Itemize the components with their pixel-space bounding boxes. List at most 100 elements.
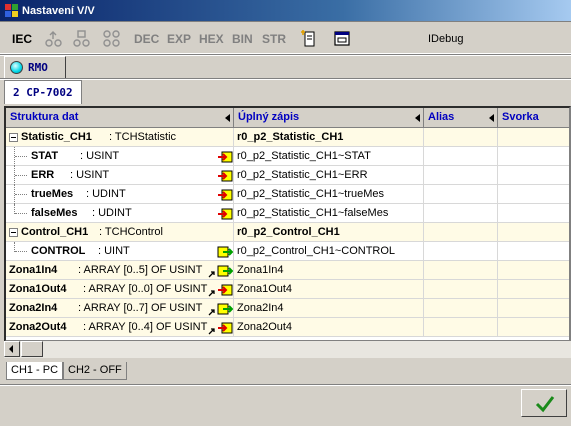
alias-cell[interactable]: [424, 280, 498, 299]
structure-cell: Zona1Out4 : ARRAY [0..0] OF USINT: [6, 280, 234, 299]
tree-line: [15, 194, 27, 195]
terminal-cell[interactable]: [498, 147, 569, 166]
terminal-cell[interactable]: [498, 318, 569, 337]
output-arrow-icon: [217, 303, 233, 315]
terminal-cell[interactable]: [498, 166, 569, 185]
alias-cell[interactable]: [424, 261, 498, 280]
input-arrow-icon: [218, 189, 233, 201]
footer-divider: [0, 384, 571, 386]
terminal-cell[interactable]: [498, 185, 569, 204]
tab-rmo[interactable]: RMO: [4, 56, 66, 78]
structure-cell: falseMes : UDINT: [6, 204, 234, 223]
column-header-label: Svorka: [502, 111, 539, 123]
alias-cell[interactable]: [424, 128, 498, 147]
hex-button[interactable]: HEX: [199, 32, 224, 46]
terminal-cell[interactable]: [498, 261, 569, 280]
toolbar: IEC DEC EXP HEX BIN STR IDebug: [0, 24, 571, 54]
row-type: : ARRAY [0..5] OF USINT: [78, 264, 203, 276]
collapse-icon[interactable]: [9, 228, 18, 237]
alias-cell[interactable]: [424, 242, 498, 261]
structure-cell: Zona1In4 : ARRAY [0..5] OF USINT: [6, 261, 234, 280]
table-row[interactable]: Statistic_CH1 : TCHStatistic r0_p2_Stati…: [6, 128, 569, 147]
column-header-structure[interactable]: Struktura dat: [6, 108, 234, 128]
dec-button[interactable]: DEC: [134, 32, 159, 46]
ok-button[interactable]: [521, 389, 567, 417]
io-cfg-icon-3[interactable]: [102, 29, 122, 49]
debug-label[interactable]: IDebug: [428, 33, 463, 45]
alias-cell[interactable]: [424, 204, 498, 223]
row-type: : ARRAY [0..4] OF USINT: [83, 321, 208, 333]
structure-cell: Zona2In4 : ARRAY [0..7] OF USINT: [6, 299, 234, 318]
table-row[interactable]: trueMes : UDINT r0_p2_Statistic_CH1~true…: [6, 185, 569, 204]
row-type: : USINT: [70, 169, 110, 181]
str-button[interactable]: STR: [262, 32, 286, 46]
collapse-icon[interactable]: [9, 133, 18, 142]
full-name-cell: r0_p2_Statistic_CH1~ERR: [234, 166, 424, 185]
tab-cp-7002[interactable]: 2 CP-7002: [4, 80, 82, 104]
row-name: Zona2In4: [9, 302, 58, 314]
link-arrow-icon: [208, 290, 215, 297]
column-header-label: Alias: [428, 111, 455, 123]
row-type: : UDINT: [86, 188, 126, 200]
full-name-cell: r0_p2_Control_CH1~CONTROL: [234, 242, 424, 261]
exp-button[interactable]: EXP: [167, 32, 191, 46]
bin-button[interactable]: BIN: [232, 32, 253, 46]
insert-icon[interactable]: [300, 29, 320, 49]
table-row[interactable]: ERR : USINT r0_p2_Statistic_CH1~ERR: [6, 166, 569, 185]
terminal-cell[interactable]: [498, 128, 569, 147]
table-row[interactable]: Zona1In4 : ARRAY [0..5] OF USINT Zona1In…: [6, 261, 569, 280]
terminal-cell[interactable]: [498, 280, 569, 299]
full-name-cell: r0_p2_Statistic_CH1: [234, 128, 424, 147]
column-header-terminal[interactable]: Svorka: [498, 108, 569, 128]
alias-cell[interactable]: [424, 299, 498, 318]
data-grid: Struktura dat Úplný zápis Alias Svorka S…: [4, 106, 571, 342]
terminal-cell[interactable]: [498, 242, 569, 261]
alias-cell[interactable]: [424, 223, 498, 242]
link-arrow-icon: [208, 309, 215, 316]
table-row[interactable]: Zona2In4 : ARRAY [0..7] OF USINT Zona2In…: [6, 299, 569, 318]
window-title: Nastavení V/V: [22, 5, 95, 17]
alias-cell[interactable]: [424, 147, 498, 166]
column-resize-icon[interactable]: [415, 114, 420, 122]
tab-ch2[interactable]: CH2 - OFF: [63, 362, 127, 380]
terminal-cell[interactable]: [498, 204, 569, 223]
scroll-left-button[interactable]: [4, 341, 20, 357]
table-row[interactable]: falseMes : UDINT r0_p2_Statistic_CH1~fal…: [6, 204, 569, 223]
input-arrow-icon: [218, 170, 233, 182]
horizontal-scrollbar[interactable]: [4, 341, 571, 358]
row-name: Statistic_CH1: [21, 131, 92, 143]
alias-cell[interactable]: [424, 185, 498, 204]
full-name-cell: r0_p2_Control_CH1: [234, 223, 424, 242]
column-resize-icon[interactable]: [225, 114, 230, 122]
window-icon[interactable]: [332, 29, 352, 49]
table-row[interactable]: CONTROL : UINT r0_p2_Control_CH1~CONTROL: [6, 242, 569, 261]
toolbar-divider: [0, 54, 571, 56]
io-cfg-icon-2[interactable]: [72, 29, 92, 49]
alias-cell[interactable]: [424, 166, 498, 185]
full-name-cell: r0_p2_Statistic_CH1~falseMes: [234, 204, 424, 223]
tab-divider: [0, 78, 571, 80]
table-row[interactable]: Zona2Out4 : ARRAY [0..4] OF USINT Zona2O…: [6, 318, 569, 337]
full-name-cell: Zona1In4: [234, 261, 424, 280]
table-row[interactable]: Zona1Out4 : ARRAY [0..0] OF USINT Zona1O…: [6, 280, 569, 299]
terminal-cell[interactable]: [498, 223, 569, 242]
column-resize-icon[interactable]: [489, 114, 494, 122]
row-type: : ARRAY [0..7] OF USINT: [78, 302, 203, 314]
alias-cell[interactable]: [424, 318, 498, 337]
structure-cell: Zona2Out4 : ARRAY [0..4] OF USINT: [6, 318, 234, 337]
table-row[interactable]: STAT : USINT r0_p2_Statistic_CH1~STAT: [6, 147, 569, 166]
column-header-alias[interactable]: Alias: [424, 108, 498, 128]
tab-ch1[interactable]: CH1 - PC: [6, 362, 64, 380]
scroll-thumb[interactable]: [21, 341, 43, 357]
checkmark-icon: [535, 396, 555, 413]
terminal-cell[interactable]: [498, 299, 569, 318]
row-name: STAT: [31, 150, 59, 162]
app-icon: [5, 4, 18, 17]
row-name: trueMes: [31, 188, 74, 200]
full-name-cell: Zona1Out4: [234, 280, 424, 299]
column-header-full[interactable]: Úplný zápis: [234, 108, 424, 128]
iec-button[interactable]: IEC: [12, 32, 32, 46]
tree-line: [15, 251, 27, 252]
io-cfg-icon-1[interactable]: [44, 29, 64, 49]
table-row[interactable]: Control_CH1 : TCHControl r0_p2_Control_C…: [6, 223, 569, 242]
